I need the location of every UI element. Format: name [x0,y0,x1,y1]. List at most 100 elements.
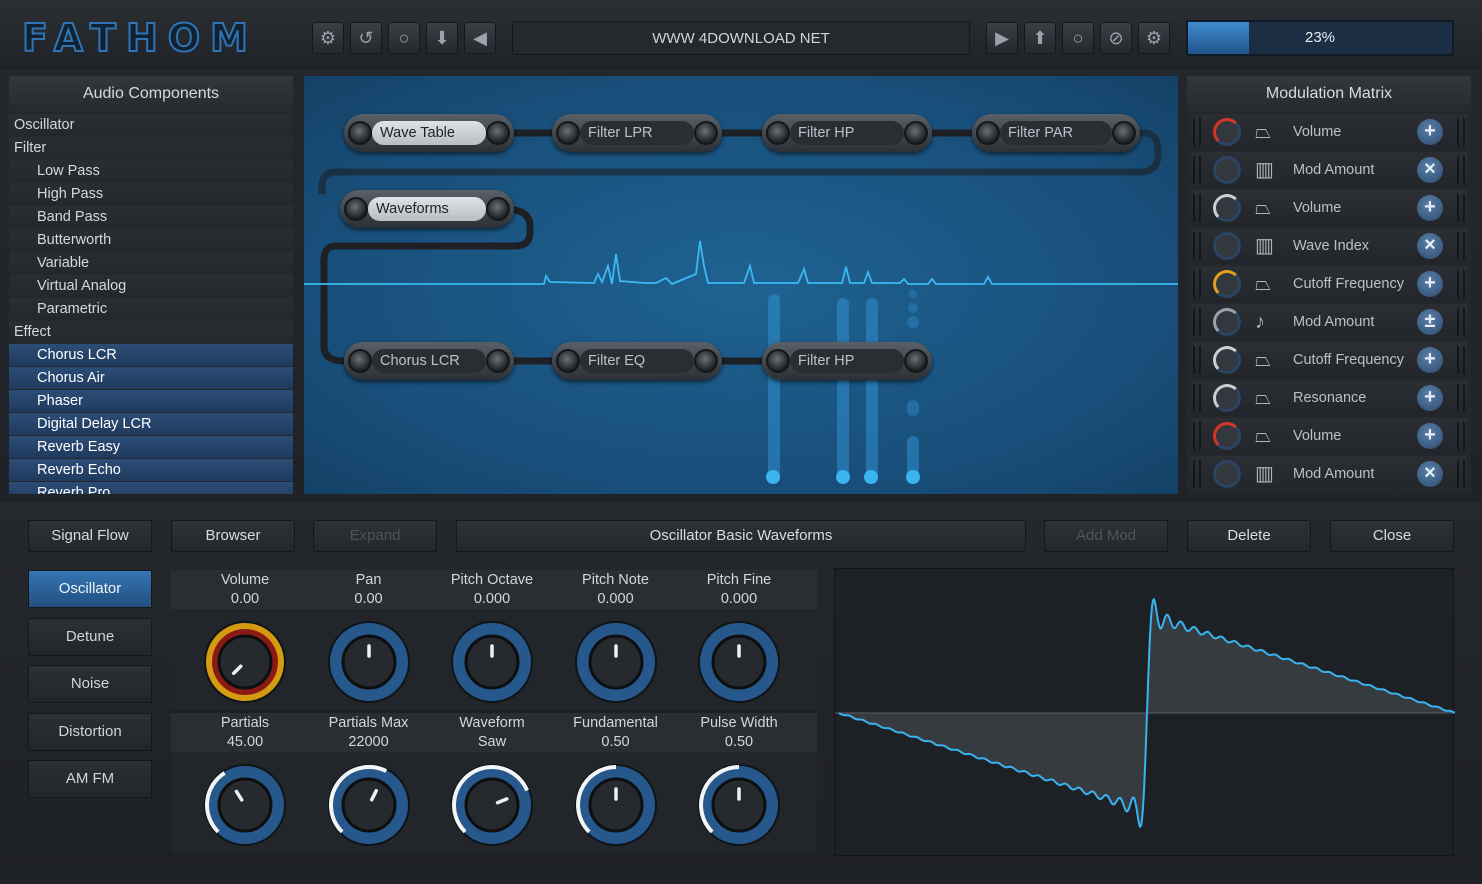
module-node[interactable]: Wave Table [344,114,514,152]
drag-handle-right-icon[interactable] [1457,384,1465,412]
parameter-knob[interactable] [201,618,289,706]
drag-handle-right-icon[interactable] [1457,308,1465,336]
component-item[interactable]: Variable [9,252,293,274]
component-item[interactable]: Effect [9,321,293,343]
record-circle-icon[interactable]: ○ [388,22,420,54]
settings-gear-right-icon[interactable]: ⚙ [1138,22,1170,54]
signal-flow-canvas[interactable]: Wave Table Filter LPR Filter HP Filter PAR W… [304,76,1178,494]
module-node[interactable]: Filter PAR [972,114,1140,152]
download-arrow-icon[interactable]: ⬇ [426,22,458,54]
settings-gear-icon[interactable]: ⚙ [312,22,344,54]
mod-matrix-row[interactable]: ⏢ Cutoff Frequency + [1191,266,1467,302]
mod-row-action-button[interactable]: + [1417,423,1443,449]
parameter-knob[interactable] [572,618,660,706]
component-item[interactable]: Low Pass [9,160,293,182]
mod-depth-knob[interactable] [1213,346,1241,374]
component-item[interactable]: Band Pass [9,206,293,228]
parameter-knob[interactable] [448,761,536,849]
mod-depth-knob[interactable] [1213,308,1241,336]
drag-handle-icon[interactable] [1193,308,1201,336]
parameter-knob[interactable] [325,761,413,849]
side-tab[interactable]: Oscillator [28,570,152,608]
delete-button[interactable]: Delete [1187,520,1311,552]
drag-handle-right-icon[interactable] [1457,232,1465,260]
mod-row-action-button[interactable]: + [1417,119,1443,145]
component-item[interactable]: Chorus LCR [9,344,293,366]
parameter-knob[interactable] [695,618,783,706]
output-port[interactable] [1112,121,1136,145]
browser-button[interactable]: Browser [171,520,295,552]
mod-row-action-button[interactable]: + [1417,195,1443,221]
input-port[interactable] [556,121,580,145]
drag-handle-icon[interactable] [1193,156,1201,184]
drag-handle-right-icon[interactable] [1457,194,1465,222]
side-tab[interactable]: Distortion [28,712,152,751]
close-button[interactable]: Close [1330,520,1454,552]
output-port[interactable] [486,197,510,221]
module-node[interactable]: Waveforms [340,190,514,228]
mod-matrix-row[interactable]: ▥ Wave Index × [1191,228,1467,264]
input-port[interactable] [766,121,790,145]
parameter-knob[interactable] [325,618,413,706]
play-forward-icon[interactable]: ▶ [986,22,1018,54]
mod-matrix-row[interactable]: ▥ Mod Amount × [1191,456,1467,492]
mod-row-action-button[interactable]: × [1417,233,1443,259]
undo-icon[interactable]: ↺ [350,22,382,54]
mod-depth-knob[interactable] [1213,384,1241,412]
mod-depth-knob[interactable] [1213,422,1241,450]
output-port[interactable] [486,121,510,145]
drag-handle-right-icon[interactable] [1457,460,1465,488]
output-port[interactable] [904,349,928,373]
drag-handle-right-icon[interactable] [1457,346,1465,374]
mod-row-action-button[interactable]: ± [1417,309,1443,335]
output-port[interactable] [486,349,510,373]
component-item[interactable]: Virtual Analog [9,275,293,297]
module-node[interactable]: Filter LPR [552,114,722,152]
drag-handle-icon[interactable] [1193,384,1201,412]
mod-depth-knob[interactable] [1213,156,1241,184]
disable-icon[interactable]: ⊘ [1100,22,1132,54]
mod-row-action-button[interactable]: + [1417,347,1443,373]
component-item[interactable]: Filter [9,137,293,159]
add-mod-button[interactable]: Add Mod [1044,520,1168,552]
signal-flow-button[interactable]: Signal Flow [28,520,152,552]
module-node[interactable]: Filter EQ [552,342,722,380]
component-item[interactable]: High Pass [9,183,293,205]
mod-row-action-button[interactable]: × [1417,461,1443,487]
component-item[interactable]: Parametric [9,298,293,320]
upload-arrow-icon[interactable]: ⬆ [1024,22,1056,54]
mod-matrix-row[interactable]: ⏢ Volume + [1191,190,1467,226]
mod-depth-knob[interactable] [1213,460,1241,488]
component-item[interactable]: Phaser [9,390,293,412]
input-port[interactable] [344,197,368,221]
side-tab[interactable]: Noise [28,665,152,703]
drag-handle-icon[interactable] [1193,460,1201,488]
output-port[interactable] [694,121,718,145]
mod-depth-knob[interactable] [1213,270,1241,298]
drag-handle-icon[interactable] [1193,118,1201,146]
drag-handle-icon[interactable] [1193,194,1201,222]
input-port[interactable] [348,349,372,373]
parameter-knob[interactable] [695,761,783,849]
parameter-knob[interactable] [572,761,660,849]
mod-matrix-row[interactable]: ⏢ Cutoff Frequency + [1191,342,1467,378]
side-tab[interactable]: AM FM [28,760,152,798]
component-item[interactable]: Reverb Echo [9,459,293,481]
input-port[interactable] [556,349,580,373]
component-item[interactable]: Reverb Easy [9,436,293,458]
mod-depth-knob[interactable] [1213,232,1241,260]
output-port[interactable] [904,121,928,145]
component-item[interactable]: Digital Delay LCR [9,413,293,435]
component-item[interactable]: Oscillator [9,114,293,136]
circle-icon[interactable]: ○ [1062,22,1094,54]
drag-handle-icon[interactable] [1193,270,1201,298]
preset-name-display[interactable]: WWW 4DOWNLOAD NET [512,21,970,55]
mod-matrix-row[interactable]: ▥ Mod Amount × [1191,152,1467,188]
drag-handle-right-icon[interactable] [1457,156,1465,184]
mod-depth-knob[interactable] [1213,118,1241,146]
play-back-icon[interactable]: ◀ [464,22,496,54]
side-tab[interactable]: Detune [28,617,152,656]
mod-row-action-button[interactable]: + [1417,385,1443,411]
mod-matrix-row[interactable]: ⏢ Volume + [1191,114,1467,150]
module-node[interactable]: Chorus LCR [344,342,514,380]
